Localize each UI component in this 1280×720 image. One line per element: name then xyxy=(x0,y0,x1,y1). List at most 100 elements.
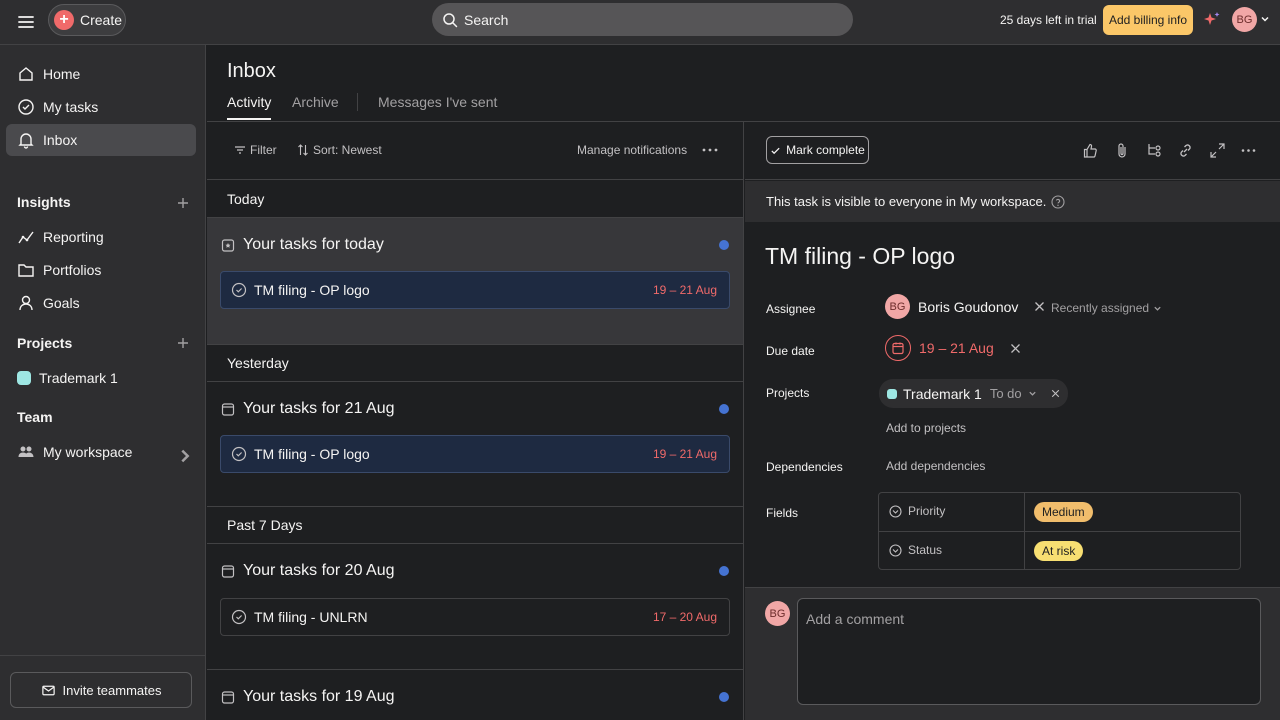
sidebar-item-label: Inbox xyxy=(43,132,78,148)
mark-complete-button[interactable]: Mark complete xyxy=(766,136,869,164)
sidebar-item-portfolios[interactable]: Portfolios xyxy=(6,254,196,286)
card-title: Your tasks for 20 Aug xyxy=(221,562,395,580)
chevron-down-icon[interactable] xyxy=(1260,14,1270,24)
chevron-down-icon[interactable] xyxy=(1028,389,1037,398)
add-project-plus-icon[interactable] xyxy=(175,335,191,351)
visibility-text: This task is visible to everyone in My w… xyxy=(766,194,1047,209)
sidebar-item-label: Home xyxy=(43,66,81,82)
tab-messages-sent[interactable]: Messages I've sent xyxy=(378,94,497,110)
check-circle-icon[interactable] xyxy=(231,282,247,298)
tab-archive[interactable]: Archive xyxy=(292,94,339,110)
sort-button[interactable]: Sort: Newest xyxy=(297,143,382,157)
check-circle-icon[interactable] xyxy=(231,609,247,625)
ai-sparkle-icon[interactable] xyxy=(1203,11,1221,29)
user-avatar[interactable]: BG xyxy=(1232,7,1257,32)
due-date-field[interactable]: 19 – 21 Aug xyxy=(885,335,1021,361)
assignee-name: Boris Goudonov xyxy=(918,298,1019,315)
add-insight-plus-icon[interactable] xyxy=(175,195,191,211)
sidebar: Home My tasks Inbox Insights Reporting P… xyxy=(0,45,206,720)
sort-label: Sort: Newest xyxy=(313,143,382,157)
add-to-projects-link[interactable]: Add to projects xyxy=(886,421,966,435)
projects-heading[interactable]: Projects xyxy=(17,335,72,351)
visibility-banner: This task is visible to everyone in My w… xyxy=(745,181,1280,222)
create-button[interactable]: + Create xyxy=(48,4,126,36)
recently-assigned-label: Recently assigned xyxy=(1051,301,1150,315)
sidebar-item-home[interactable]: Home xyxy=(6,58,196,90)
team-heading: Team xyxy=(17,409,53,425)
card-title: Your tasks for 19 Aug xyxy=(221,688,395,706)
attachment-icon[interactable] xyxy=(1114,142,1131,159)
remove-project-close-icon[interactable] xyxy=(1051,389,1060,398)
card-title: Your tasks for 21 Aug xyxy=(221,400,395,418)
sidebar-item-inbox[interactable]: Inbox xyxy=(6,124,196,156)
card-title: Your tasks for today xyxy=(221,236,384,254)
status-badge[interactable]: At risk xyxy=(1034,541,1084,561)
sidebar-item-label: Portfolios xyxy=(43,262,102,278)
calendar-icon xyxy=(221,564,235,578)
expand-icon[interactable] xyxy=(1209,142,1226,159)
task-row[interactable]: TM filing - UNLRN 17 – 20 Aug xyxy=(220,598,730,636)
sidebar-item-goals[interactable]: Goals xyxy=(6,287,196,319)
remove-assignee-close-icon[interactable] xyxy=(1034,301,1045,312)
sidebar-item-label: Reporting xyxy=(43,229,104,245)
task-row[interactable]: TM filing - OP logo 19 – 21 Aug xyxy=(220,435,730,473)
more-options-icon[interactable] xyxy=(1240,142,1257,159)
assignee-field[interactable]: BG Boris Goudonov xyxy=(885,294,1045,319)
field-name: Priority xyxy=(889,504,945,518)
inbox-header: Inbox Activity Archive Messages I've sen… xyxy=(207,45,1280,122)
tab-activity[interactable]: Activity xyxy=(227,94,271,110)
link-icon[interactable] xyxy=(1177,142,1194,159)
dependencies-label: Dependencies xyxy=(766,460,843,474)
search-icon xyxy=(442,12,458,28)
field-row-status: Status At risk xyxy=(879,531,1240,569)
assignee-label: Assignee xyxy=(766,302,816,316)
priority-badge[interactable]: Medium xyxy=(1034,502,1093,522)
project-pill[interactable]: Trademark 1 To do xyxy=(879,379,1068,408)
sidebar-item-my-workspace[interactable]: My workspace xyxy=(6,436,196,468)
active-tab-indicator xyxy=(227,118,271,120)
add-billing-button[interactable]: Add billing info xyxy=(1103,5,1193,35)
task-row[interactable]: TM filing - OP logo 19 – 21 Aug xyxy=(220,271,730,309)
project-section-dropdown[interactable]: To do xyxy=(990,386,1022,401)
task-due-date: 19 – 21 Aug xyxy=(652,447,717,461)
recently-assigned-dropdown[interactable]: Recently assigned xyxy=(1051,301,1162,315)
card-title-text: Your tasks for today xyxy=(243,236,384,253)
clear-due-date-close-icon[interactable] xyxy=(1010,343,1021,354)
manage-notifications-link[interactable]: Manage notifications xyxy=(577,143,687,157)
sidebar-item-reporting[interactable]: Reporting xyxy=(6,221,196,253)
task-due-date: 19 – 21 Aug xyxy=(652,283,717,297)
help-icon[interactable] xyxy=(1051,194,1065,209)
notification-card[interactable]: Your tasks for today TM filing - OP logo… xyxy=(207,218,743,344)
chevron-down-icon xyxy=(1153,304,1162,313)
sidebar-item-label: My workspace xyxy=(43,444,133,460)
sidebar-item-my-tasks[interactable]: My tasks xyxy=(6,91,196,123)
comment-input[interactable]: Add a comment xyxy=(797,598,1261,705)
add-dependencies-link[interactable]: Add dependencies xyxy=(886,459,985,473)
subtask-icon[interactable] xyxy=(1146,142,1163,159)
notification-card[interactable]: Your tasks for 19 Aug xyxy=(207,670,743,720)
detail-toolbar: Mark complete xyxy=(745,122,1280,180)
sidebar-item-label: My tasks xyxy=(43,99,99,115)
hamburger-menu-icon[interactable] xyxy=(16,12,36,32)
team-icon xyxy=(17,443,35,461)
check-circle-icon[interactable] xyxy=(231,446,247,462)
thumbs-up-icon[interactable] xyxy=(1082,142,1099,159)
invite-teammates-button[interactable]: Invite teammates xyxy=(10,672,192,708)
chevron-right-icon xyxy=(176,447,190,463)
group-heading-past-7-days: Past 7 Days xyxy=(207,506,743,544)
search-input[interactable]: Search xyxy=(432,3,853,36)
check-circle-icon xyxy=(17,98,35,116)
filter-button[interactable]: Filter xyxy=(234,143,277,157)
insights-heading[interactable]: Insights xyxy=(17,194,71,210)
more-options-icon[interactable] xyxy=(701,141,719,159)
sidebar-item-trademark-1[interactable]: Trademark 1 xyxy=(6,362,196,394)
notification-card[interactable]: Your tasks for 20 Aug TM filing - UNLRN … xyxy=(207,544,743,668)
mark-complete-label: Mark complete xyxy=(786,143,865,157)
card-title-text: Your tasks for 20 Aug xyxy=(243,562,395,579)
task-title[interactable]: TM filing - OP logo xyxy=(765,243,955,270)
create-label: Create xyxy=(80,12,123,28)
unread-dot xyxy=(719,240,729,250)
field-name-text: Priority xyxy=(908,504,946,518)
unread-dot xyxy=(719,404,729,414)
notification-card[interactable]: Your tasks for 21 Aug TM filing - OP log… xyxy=(207,382,743,506)
